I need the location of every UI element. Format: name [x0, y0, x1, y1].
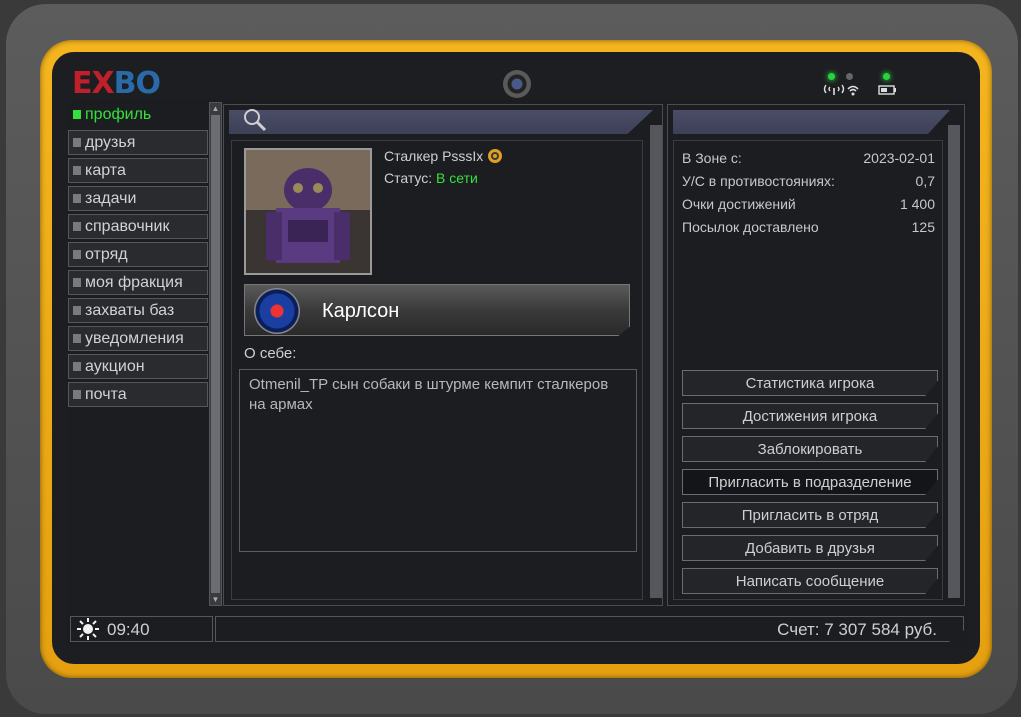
search-icon[interactable]: [242, 107, 268, 133]
account-balance: Счет: 7 307 584 руб.: [777, 620, 937, 639]
send-message-button[interactable]: Написать сообщение: [682, 568, 938, 594]
bullet-icon: [73, 166, 81, 175]
stat-label: У/С в противостояниях:: [682, 173, 835, 189]
sidebar-item-label: аукцион: [85, 357, 145, 375]
stat-label: В Зоне с:: [682, 150, 742, 166]
sidebar-item-auction[interactable]: аукцион: [68, 354, 208, 379]
sidebar-scrollbar[interactable]: ▲ ▼: [209, 102, 222, 606]
bullet-icon: [73, 110, 81, 119]
bullet-icon: [73, 138, 81, 147]
wifi-icon: [823, 84, 859, 96]
about-text: Otmenil_TP сын собаки в штурме кемпит ст…: [239, 369, 637, 552]
bullet-icon: [73, 334, 81, 343]
add-friend-button[interactable]: Добавить в друзья: [682, 535, 938, 561]
sidebar-item-encyclopedia[interactable]: справочник: [68, 214, 208, 239]
stat-value: 0,7: [915, 173, 935, 189]
sidebar-item-notifications[interactable]: уведомления: [68, 326, 208, 351]
sidebar-item-profile[interactable]: профиль: [68, 102, 208, 127]
sidebar-item-label: друзья: [85, 133, 136, 151]
clan-emblem-icon: [254, 288, 300, 334]
stalker-avatar-image: [246, 150, 370, 273]
sidebar-item-label: карта: [85, 161, 126, 179]
stat-row: Очки достижений 1 400: [682, 196, 935, 212]
sidebar-item-base-captures[interactable]: захваты баз: [68, 298, 208, 323]
sidebar-item-tasks[interactable]: задачи: [68, 186, 208, 211]
sidebar-item-label: почта: [85, 385, 127, 403]
stat-row: Посылок доставлено 125: [682, 219, 935, 235]
sidebar-item-map[interactable]: карта: [68, 158, 208, 183]
stat-value: 125: [911, 219, 935, 235]
indicator-led-icon: [846, 73, 853, 80]
status-label: Статус:: [384, 170, 433, 186]
sidebar-item-label: моя фракция: [85, 273, 183, 291]
bullet-icon: [73, 194, 81, 203]
clock-time: 09:40: [107, 620, 150, 639]
sun-icon: [77, 618, 99, 640]
player-stats-button[interactable]: Статистика игрока: [682, 370, 938, 396]
bullet-icon: [73, 390, 81, 399]
clan-name: Карлсон: [322, 300, 400, 322]
gear-icon: [488, 149, 503, 163]
player-name: Сталкер PsssIx: [384, 148, 484, 164]
stat-row: В Зоне с: 2023-02-01: [682, 150, 935, 166]
stat-label: Посылок доставлено: [682, 219, 819, 235]
stat-row: У/С в противостояниях: 0,7: [682, 173, 935, 189]
sidebar-item-squad[interactable]: отряд: [68, 242, 208, 267]
bullet-icon: [73, 250, 81, 259]
exbo-logo: EXBO: [72, 66, 161, 101]
avatar: [244, 148, 372, 275]
stats-scrollbar[interactable]: [948, 125, 960, 598]
sidebar-item-label: задачи: [85, 189, 137, 207]
profile-panel-header: [229, 110, 653, 134]
profile-scrollbar[interactable]: [650, 125, 662, 598]
sidebar-item-faction[interactable]: моя фракция: [68, 270, 208, 295]
sidebar-item-label: отряд: [85, 245, 128, 263]
bullet-icon: [73, 306, 81, 315]
bullet-icon: [73, 278, 81, 287]
clan-bar[interactable]: [244, 284, 630, 336]
invite-to-squad-button[interactable]: Пригласить в отряд: [682, 502, 938, 528]
bullet-icon: [73, 362, 81, 371]
signal-led-icon: [828, 73, 835, 80]
about-label: О себе:: [244, 345, 297, 362]
sidebar-item-friends[interactable]: друзья: [68, 130, 208, 155]
stats-panel-header: [673, 110, 950, 134]
camera-icon: [503, 70, 531, 98]
scrollbar-thumb[interactable]: [211, 115, 220, 593]
player-name-line: Сталкер PsssIx: [384, 148, 503, 164]
sidebar-item-label: уведомления: [85, 329, 184, 347]
sidebar-item-label: справочник: [85, 217, 170, 235]
power-led-icon: [883, 73, 890, 80]
sidebar-nav: профиль друзья карта задачи справочник о…: [68, 102, 208, 410]
player-achievements-button[interactable]: Достижения игрока: [682, 403, 938, 429]
sidebar-item-label: захваты баз: [85, 301, 175, 319]
stat-label: Очки достижений: [682, 196, 796, 212]
bullet-icon: [73, 222, 81, 231]
sidebar-item-mail[interactable]: почта: [68, 382, 208, 407]
sidebar-item-label: профиль: [85, 105, 152, 123]
scroll-down-icon[interactable]: ▼: [210, 594, 221, 605]
block-button[interactable]: Заблокировать: [682, 436, 938, 462]
player-status: Статус: В сети: [384, 170, 478, 186]
status-badge: В сети: [436, 170, 478, 186]
invite-to-division-button[interactable]: Пригласить в подразделение: [682, 469, 938, 495]
stat-value: 2023-02-01: [863, 150, 935, 166]
stat-value: 1 400: [899, 196, 935, 212]
scroll-up-icon[interactable]: ▲: [210, 103, 221, 114]
battery-icon: [878, 85, 896, 95]
